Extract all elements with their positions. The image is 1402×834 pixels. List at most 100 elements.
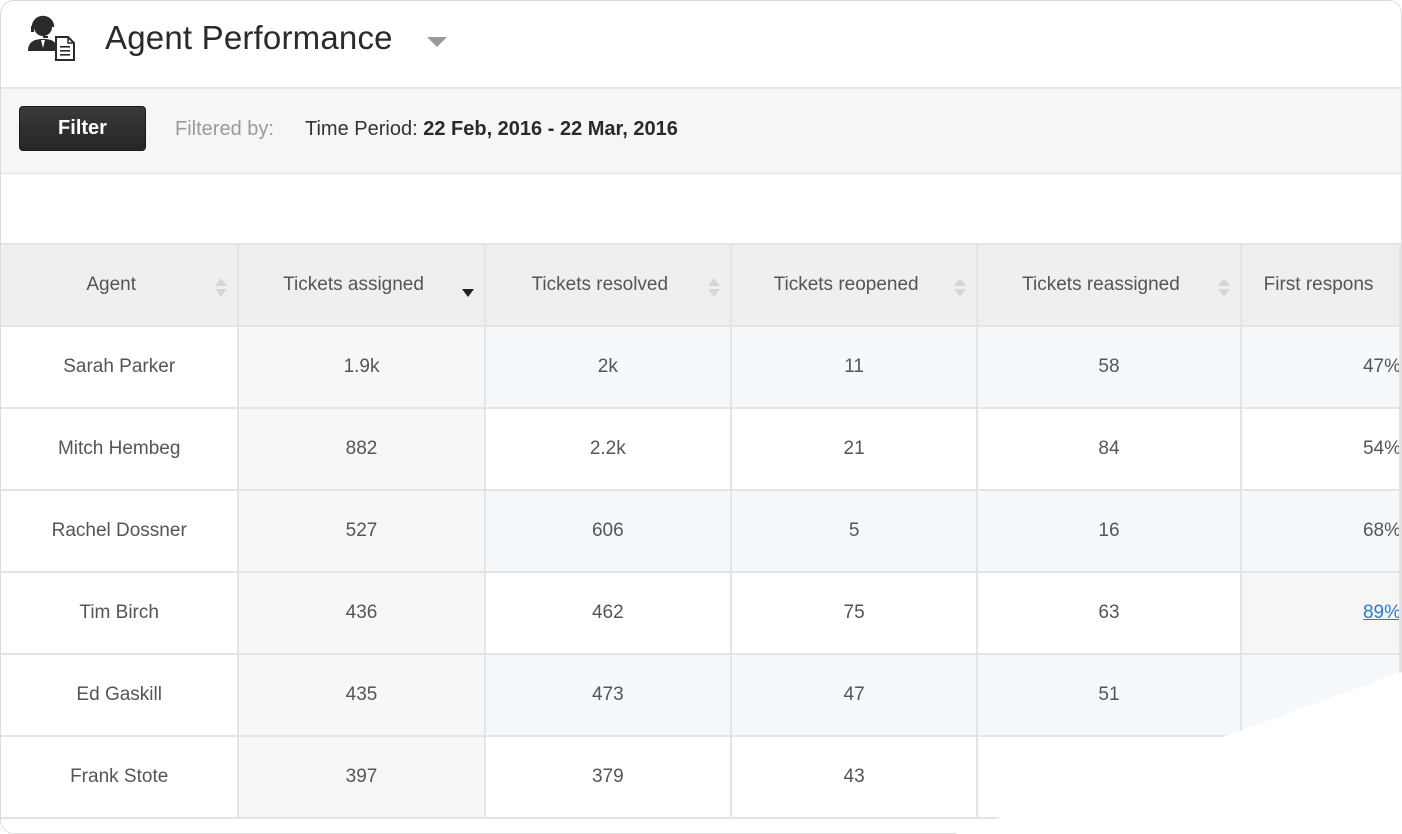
first-response-link[interactable]: 89% [1363, 602, 1398, 623]
column-label: Agent [86, 274, 137, 295]
cell-value: 75 [843, 602, 865, 623]
tickets-resolved-cell: 606 [483, 489, 732, 573]
cell-value: 462 [591, 602, 624, 623]
cell-value: 63 [1098, 602, 1120, 623]
tickets-resolved-cell: 379 [483, 735, 732, 819]
table-row[interactable]: Sarah Parker 1.9k 2k 11 58 47% [1, 325, 1401, 409]
agent-performance-table: Agent Tickets assigned Tickets resolved … [1, 243, 1401, 819]
filtered-by-label: Filtered by: [175, 118, 274, 140]
tickets-reopened-cell: 43 [729, 735, 979, 819]
cell-value: 473 [591, 684, 624, 705]
agent-name-cell: Mitch Hembeg [1, 407, 240, 491]
cell-value: 1.9k [343, 356, 380, 377]
tickets-assigned-cell: 436 [237, 571, 486, 655]
sort-icon[interactable] [1217, 278, 1230, 298]
agent-name-cell: Sarah Parker [1, 325, 240, 409]
tickets-reassigned-cell: 16 [976, 489, 1242, 573]
table-row[interactable]: Ed Gaskill 435 473 47 51 [1, 653, 1401, 737]
column-header-agent[interactable]: Agent [1, 243, 240, 327]
first-response-cell [1239, 735, 1401, 819]
tickets-reopened-cell: 11 [729, 325, 979, 409]
cell-value: 527 [345, 520, 378, 541]
tickets-reopened-cell: 75 [729, 571, 979, 655]
time-period-filter: Time Period: 22 Feb, 2016 - 22 Mar, 2016 [305, 118, 678, 141]
cell-value: 68% [1362, 520, 1400, 541]
first-response-cell: 89% [1239, 571, 1401, 655]
cell-value: 16 [1098, 520, 1120, 541]
table-row[interactable]: Tim Birch 436 462 75 63 89% [1, 571, 1401, 655]
first-response-cell [1239, 653, 1401, 737]
tickets-reassigned-cell: 58 [976, 325, 1242, 409]
time-period-value: 22 Feb, 2016 - 22 Mar, 2016 [423, 118, 678, 140]
cell-value: 51 [1098, 684, 1120, 705]
cell-value: Tim Birch [79, 602, 159, 623]
column-header-tickets-assigned[interactable]: Tickets assigned [237, 243, 486, 327]
agent-name-cell: Tim Birch [1, 571, 240, 655]
tickets-reassigned-cell: 51 [976, 653, 1242, 737]
cell-value: 2.2k [589, 438, 626, 459]
sort-icon[interactable] [954, 278, 967, 298]
report-panel: Agent Performance Filter Filtered by: Ti… [0, 0, 1402, 834]
cell-value: 435 [345, 684, 378, 705]
first-response-cell: 54% [1239, 407, 1401, 491]
cell-value: Ed Gaskill [76, 684, 162, 705]
table-row[interactable]: Mitch Hembeg 882 2.2k 21 84 54% [1, 407, 1401, 491]
caret-down-icon[interactable] [427, 37, 447, 47]
column-header-tickets-reassigned[interactable]: Tickets reassigned [976, 243, 1242, 327]
column-header-first-response[interactable]: First respons [1239, 243, 1401, 327]
cell-value: 2k [597, 356, 618, 377]
table-row[interactable]: Frank Stote 397 379 43 [1, 735, 1401, 819]
cell-value: Mitch Hembeg [57, 438, 181, 459]
cell-value: 397 [345, 766, 378, 787]
cell-value: 58 [1098, 356, 1120, 377]
cell-value: 43 [843, 766, 865, 787]
cell-value: 84 [1098, 438, 1120, 459]
tickets-reassigned-cell: 84 [976, 407, 1242, 491]
tickets-assigned-cell: 527 [237, 489, 486, 573]
filter-button[interactable]: Filter [19, 106, 146, 151]
column-header-tickets-reopened[interactable]: Tickets reopened [729, 243, 979, 327]
first-response-cell: 68% [1239, 489, 1401, 573]
tickets-reopened-cell: 21 [729, 407, 979, 491]
cell-value: 54% [1362, 438, 1400, 459]
cell-value: Frank Stote [70, 766, 169, 787]
table-row[interactable]: Rachel Dossner 527 606 5 16 68% [1, 489, 1401, 573]
cell-value: 21 [843, 438, 865, 459]
tickets-assigned-cell: 397 [237, 735, 486, 819]
tickets-reassigned-cell [976, 735, 1242, 819]
tickets-resolved-cell: 2.2k [483, 407, 732, 491]
tickets-assigned-cell: 882 [237, 407, 486, 491]
cell-value: 379 [591, 766, 624, 787]
column-label: Tickets reopened [773, 274, 919, 295]
cell-value: 47% [1362, 356, 1400, 377]
cell-value: 606 [591, 520, 624, 541]
sort-descending-icon[interactable] [461, 289, 474, 297]
tickets-reopened-cell: 5 [729, 489, 979, 573]
column-header-tickets-resolved[interactable]: Tickets resolved [483, 243, 732, 327]
cell-value: 436 [345, 602, 378, 623]
column-label: Tickets resolved [531, 274, 669, 295]
cell-value: 5 [848, 520, 860, 541]
cell-value: Sarah Parker [63, 356, 176, 377]
table-header-row: Agent Tickets assigned Tickets resolved … [1, 243, 1401, 327]
report-header: Agent Performance [1, 1, 1401, 89]
cell-value: 11 [844, 356, 864, 377]
sort-icon[interactable] [215, 278, 228, 298]
agent-name-cell: Ed Gaskill [1, 653, 240, 737]
tickets-assigned-cell: 1.9k [237, 325, 486, 409]
tickets-assigned-cell: 435 [237, 653, 486, 737]
agent-name-cell: Frank Stote [1, 735, 240, 819]
tickets-resolved-cell: 462 [483, 571, 732, 655]
column-label: Tickets assigned [283, 274, 424, 295]
tickets-reopened-cell: 47 [729, 653, 979, 737]
filter-bar: Filter Filtered by: Time Period: 22 Feb,… [1, 89, 1401, 174]
sort-icon[interactable] [707, 278, 720, 298]
tickets-resolved-cell: 2k [483, 325, 732, 409]
first-response-cell: 47% [1239, 325, 1401, 409]
cell-value: Rachel Dossner [51, 520, 187, 541]
tickets-resolved-cell: 473 [483, 653, 732, 737]
agent-report-icon [28, 15, 75, 61]
column-label: Tickets reassigned [1022, 274, 1180, 295]
tickets-reassigned-cell: 63 [976, 571, 1242, 655]
agent-name-cell: Rachel Dossner [1, 489, 240, 573]
